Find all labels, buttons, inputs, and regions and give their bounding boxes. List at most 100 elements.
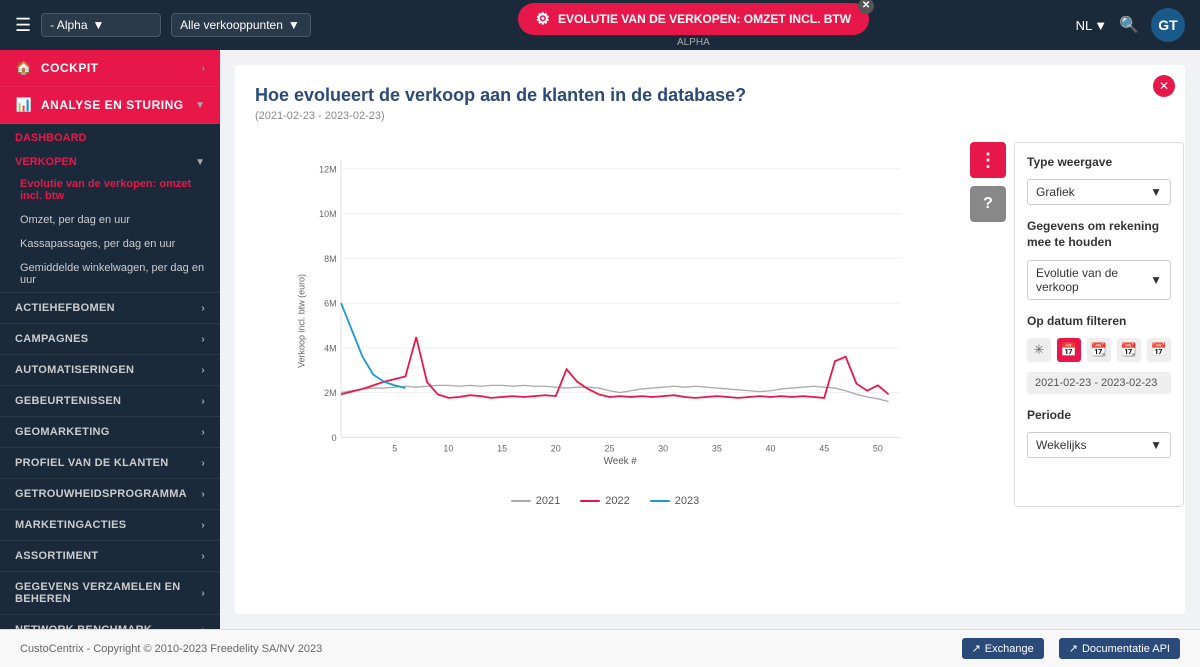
avatar[interactable]: GT xyxy=(1151,8,1185,42)
exchange-button[interactable]: ↗ Exchange xyxy=(962,638,1044,659)
line-chart: Verkoop incl. btw (euro) 0 2M xyxy=(255,142,955,482)
legend-2023: 2023 xyxy=(650,495,699,507)
sidebar-sub-evolutie[interactable]: Evolutie van de verkopen: omzet incl. bt… xyxy=(0,172,220,208)
hamburger-icon[interactable]: ☰ xyxy=(15,15,31,36)
chevron-down-icon: ▼ xyxy=(1150,273,1162,287)
svg-text:20: 20 xyxy=(551,444,561,454)
chart-area: Verkoop incl. btw (euro) 0 2M xyxy=(255,142,1165,507)
header-left: ☰ - Alpha ▼ Alle verkooppunten ▼ xyxy=(15,13,311,37)
docs-icon: ↗ xyxy=(1069,642,1078,655)
panel-controls: Type weergave Grafiek ▼ Gegevens om reke… xyxy=(1014,142,1184,507)
svg-text:45: 45 xyxy=(819,444,829,454)
svg-text:6M: 6M xyxy=(324,299,336,309)
gegevens-label: Gegevens om rekening mee te houden xyxy=(1027,219,1171,250)
sidebar-item-getrouw[interactable]: GETROUWHEIDSPROGRAMMA › xyxy=(0,478,220,509)
sidebar-item-gebeurtenissen[interactable]: GEBEURTENISSEN › xyxy=(0,385,220,416)
svg-text:5: 5 xyxy=(392,444,397,454)
content-area: ✕ Hoe evolueert de verkoop aan de klante… xyxy=(220,50,1200,629)
filter-label: Op datum filteren xyxy=(1027,314,1171,328)
sidebar-item-cockpit[interactable]: 🏠 COCKPIT › xyxy=(0,50,220,87)
svg-text:0: 0 xyxy=(332,433,337,443)
chevron-right-icon: › xyxy=(201,334,205,345)
sidebar-item-profiel[interactable]: PROFIEL VAN DE KLANTEN › xyxy=(0,447,220,478)
chart-legend: 2021 2022 2023 xyxy=(255,495,955,507)
date-range-display: 2021-02-23 - 2023-02-23 xyxy=(1027,372,1171,394)
legend-2021: 2021 xyxy=(511,495,560,507)
verkooppunten-dropdown[interactable]: Alle verkooppunten ▼ xyxy=(171,13,311,37)
sidebar-sub-kassapassages[interactable]: Kassapassages, per dag en uur xyxy=(0,232,220,256)
gegevens-dropdown[interactable]: Evolutie van de verkoop ▼ xyxy=(1027,260,1171,300)
docs-button[interactable]: ↗ Documentatie API xyxy=(1059,638,1180,659)
sidebar-item-campagnes[interactable]: CAMPAGNES › xyxy=(0,323,220,354)
alpha-dropdown[interactable]: - Alpha ▼ xyxy=(41,13,161,37)
periode-label: Periode xyxy=(1027,408,1171,422)
cockpit-icon: 🏠 xyxy=(15,60,33,76)
close-chart-button[interactable]: ✕ xyxy=(1153,75,1175,97)
top-header: ☰ - Alpha ▼ Alle verkooppunten ▼ ⚙ EVOLU… xyxy=(0,0,1200,50)
svg-text:40: 40 xyxy=(766,444,776,454)
legend-line-2023 xyxy=(650,500,670,502)
close-breadcrumb-button[interactable]: ✕ xyxy=(858,0,874,14)
chevron-down-icon: ▼ xyxy=(195,100,205,111)
chevron-down-icon: ▼ xyxy=(1150,185,1162,199)
svg-text:8M: 8M xyxy=(324,254,336,264)
breadcrumb-sub: ALPHA xyxy=(677,37,710,48)
bottom-footer: CustoCentrix - Copyright © 2010-2023 Fre… xyxy=(0,629,1200,667)
chart-svg-wrapper: Verkoop incl. btw (euro) 0 2M xyxy=(255,142,955,507)
filter-star-icon[interactable]: ✳ xyxy=(1027,338,1051,362)
chevron-right-icon: › xyxy=(201,365,205,376)
chevron-right-icon: › xyxy=(201,458,205,469)
filter-calendar3-icon[interactable]: 📅 xyxy=(1147,338,1171,362)
header-right: NL ▼ 🔍 GT xyxy=(1076,8,1185,42)
exchange-icon: ↗ xyxy=(972,642,981,655)
breadcrumb-center: ⚙ EVOLUTIE VAN DE VERKOPEN: OMZET INCL. … xyxy=(518,3,869,48)
sidebar-item-actiehefbomen[interactable]: ACTIEHEFBOMEN › xyxy=(0,292,220,323)
svg-text:2M: 2M xyxy=(324,388,336,398)
chart-subtitle: (2021-02-23 - 2023-02-23) xyxy=(255,110,1165,122)
breadcrumb-pill: ⚙ EVOLUTIE VAN DE VERKOPEN: OMZET INCL. … xyxy=(518,3,869,35)
chevron-down-icon: ▼ xyxy=(1150,438,1162,452)
options-button[interactable]: ⋮ xyxy=(970,142,1006,178)
type-weergave-label: Type weergave xyxy=(1027,155,1171,169)
legend-line-2021 xyxy=(511,500,531,502)
chevron-right-icon: › xyxy=(201,520,205,531)
legend-line-2022 xyxy=(580,500,600,502)
chevron-down-icon: ▼ xyxy=(195,157,205,168)
sidebar-sub-gemiddelde[interactable]: Gemiddelde winkelwagen, per dag en uur xyxy=(0,256,220,292)
sidebar-item-analyse[interactable]: 📊 ANALYSE EN STURING ▼ xyxy=(0,87,220,124)
filter-calendar2-icon[interactable]: 📆 xyxy=(1117,338,1141,362)
svg-text:Week #: Week # xyxy=(604,456,638,467)
svg-text:Verkoop incl. btw (euro): Verkoop incl. btw (euro) xyxy=(296,274,306,368)
sidebar-item-gegevens[interactable]: GEGEVENS VERZAMELEN EN BEHEREN › xyxy=(0,571,220,614)
filter-calendar-active-icon[interactable]: 📅 xyxy=(1057,338,1081,362)
legend-2022: 2022 xyxy=(580,495,629,507)
sidebar-item-assortiment[interactable]: ASSORTIMENT › xyxy=(0,540,220,571)
svg-text:30: 30 xyxy=(658,444,668,454)
svg-text:50: 50 xyxy=(873,444,883,454)
chart-title: Hoe evolueert de verkoop aan de klanten … xyxy=(255,85,1165,106)
copyright-text: CustoCentrix - Copyright © 2010-2023 Fre… xyxy=(20,643,322,655)
type-weergave-dropdown[interactable]: Grafiek ▼ xyxy=(1027,179,1171,205)
sidebar-verkopen[interactable]: VERKOPEN ▼ xyxy=(0,148,220,172)
footer-right: ↗ Exchange ↗ Documentatie API xyxy=(962,638,1180,659)
filter-calendar1-icon[interactable]: 📆 xyxy=(1087,338,1111,362)
language-selector[interactable]: NL ▼ xyxy=(1076,18,1108,33)
search-icon[interactable]: 🔍 xyxy=(1119,15,1139,35)
svg-text:35: 35 xyxy=(712,444,722,454)
chevron-down-icon: ▼ xyxy=(1094,18,1107,33)
chart-container: ✕ Hoe evolueert de verkoop aan de klante… xyxy=(235,65,1185,614)
chevron-right-icon: › xyxy=(201,396,205,407)
help-button[interactable]: ? xyxy=(970,186,1006,222)
sidebar-item-automatiseringen[interactable]: AUTOMATISERINGEN › xyxy=(0,354,220,385)
sidebar-sub-omzet[interactable]: Omzet, per dag en uur xyxy=(0,208,220,232)
right-panel-wrapper: ⋮ ? Type weergave Grafiek ▼ Gegevens om … xyxy=(970,142,1165,507)
chevron-down-icon: ▼ xyxy=(288,18,300,32)
chevron-down-icon: ▼ xyxy=(93,18,105,32)
sidebar-dashboard[interactable]: DASHBOARD xyxy=(0,124,220,148)
svg-text:25: 25 xyxy=(604,444,614,454)
sidebar-item-marketing[interactable]: MARKETINGACTIES › xyxy=(0,509,220,540)
svg-text:15: 15 xyxy=(497,444,507,454)
sidebar-item-network[interactable]: NETWORK BENCHMARK › xyxy=(0,614,220,629)
periode-dropdown[interactable]: Wekelijks ▼ xyxy=(1027,432,1171,458)
sidebar-item-geomarketing[interactable]: GEOMARKETING › xyxy=(0,416,220,447)
